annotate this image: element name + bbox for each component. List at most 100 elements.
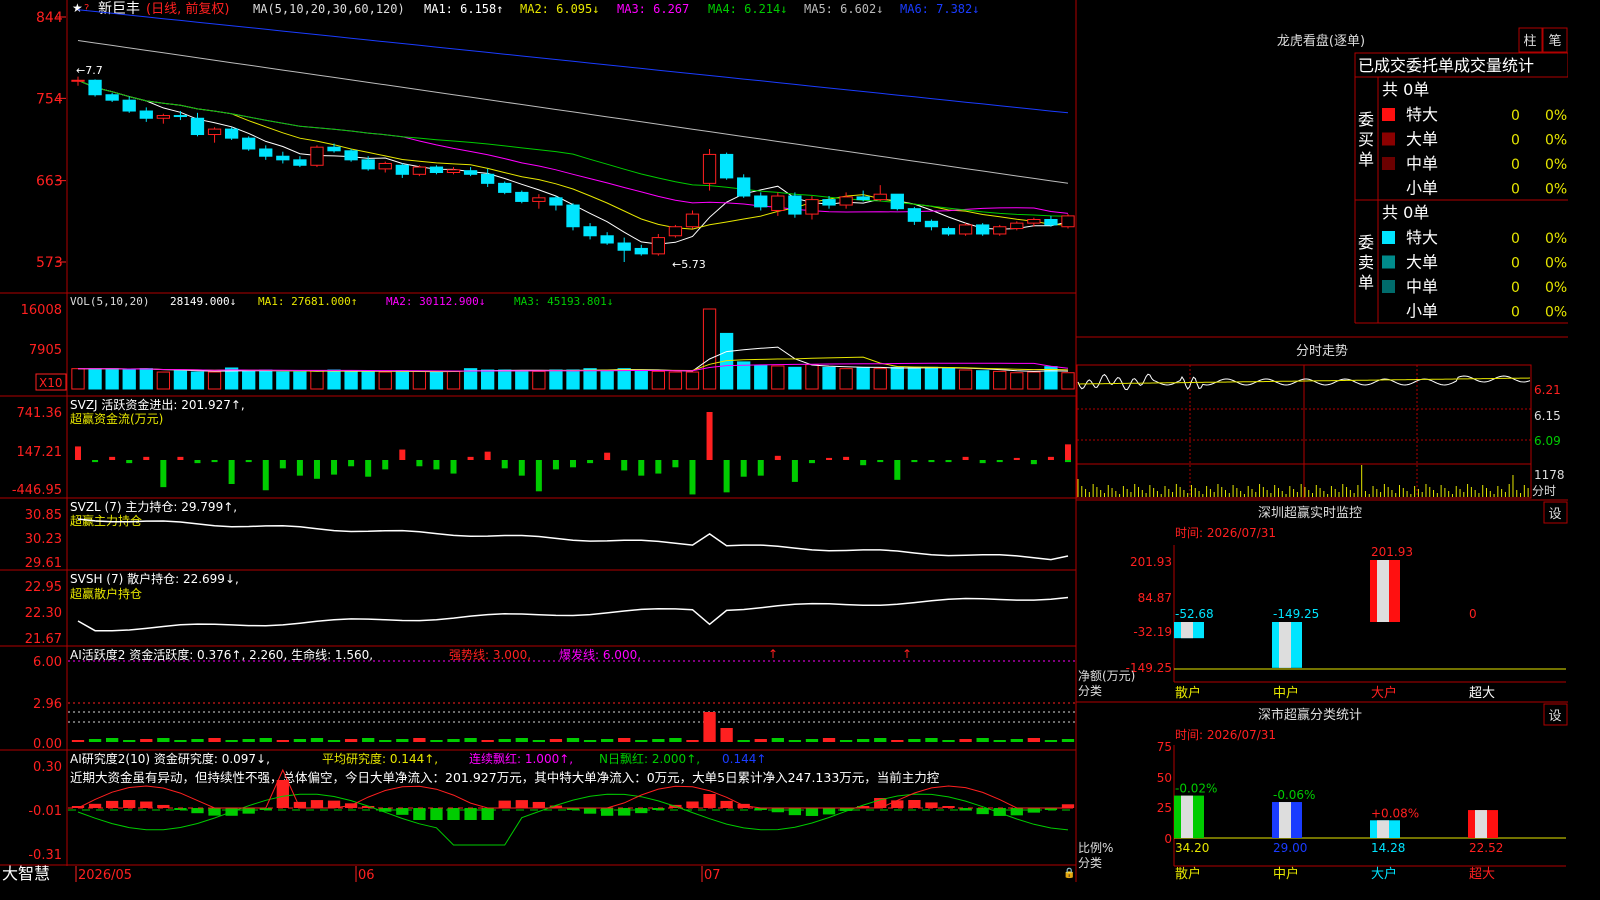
star-icon[interactable]: ★ [72, 1, 83, 15]
fund-flow-bar [126, 460, 133, 464]
candle-body[interactable] [617, 242, 631, 251]
candle-body[interactable] [856, 196, 870, 201]
research-bar [822, 808, 836, 815]
svzj-bars [75, 412, 1071, 495]
category-label: 超大 [1469, 686, 1495, 701]
candle-body[interactable] [498, 182, 512, 193]
volume-bar [156, 371, 170, 390]
candle-body[interactable] [822, 199, 836, 206]
candle-body[interactable] [754, 195, 768, 208]
candle-body[interactable] [805, 199, 819, 215]
activity-bar [737, 740, 750, 742]
question-icon[interactable]: ? [84, 3, 89, 14]
research-bar [105, 800, 119, 808]
research-bar [805, 808, 819, 816]
candle-body[interactable] [293, 159, 307, 166]
volume-bar [634, 370, 648, 390]
order-size-label: 特大 [1406, 105, 1438, 124]
activity-bar [942, 740, 955, 742]
candle-body[interactable] [276, 155, 290, 161]
research-bar [191, 808, 204, 814]
order-percent: 0% [1545, 231, 1567, 247]
candle-body[interactable] [515, 191, 529, 202]
research-bar [276, 780, 289, 808]
candle-body[interactable] [259, 148, 273, 157]
candle-body[interactable] [224, 128, 239, 139]
candle-body[interactable] [481, 173, 495, 184]
candle-body[interactable] [1044, 219, 1058, 226]
candle-body[interactable] [429, 166, 444, 173]
candle-body[interactable] [242, 137, 256, 150]
candle-body[interactable] [463, 170, 478, 175]
candle-body[interactable] [668, 226, 683, 237]
candle-body[interactable] [1027, 219, 1041, 224]
candle-body[interactable] [139, 110, 153, 119]
candle-body[interactable] [907, 208, 922, 222]
research-bar [976, 808, 989, 815]
candlesticks[interactable] [71, 76, 1075, 262]
candle-body[interactable] [873, 193, 887, 201]
candle-body[interactable] [88, 79, 102, 96]
candle-body[interactable] [71, 79, 85, 82]
candle-body[interactable] [190, 117, 205, 136]
candle-body[interactable] [788, 195, 802, 215]
candle-body[interactable] [446, 169, 461, 173]
candle-body[interactable] [412, 166, 427, 175]
candle-body[interactable] [890, 193, 904, 210]
candle-body[interactable] [207, 128, 222, 136]
vol-y-tick-mid: 7905 [29, 343, 62, 358]
research-bar [583, 808, 597, 814]
candle-body[interactable] [566, 204, 580, 228]
candle-body[interactable] [361, 159, 375, 170]
candle-body[interactable] [1061, 215, 1075, 228]
svzl-y-tick-mid: 30.23 [25, 532, 62, 547]
bar-mode-label: 柱 [1523, 34, 1536, 49]
candle-body[interactable] [839, 196, 853, 206]
fund-flow-bar [1065, 460, 1071, 463]
candle-body[interactable] [327, 146, 341, 152]
candle-body[interactable] [941, 228, 956, 235]
candle-body[interactable] [549, 197, 563, 206]
candle-body[interactable] [532, 197, 546, 202]
candle-body[interactable] [310, 146, 324, 166]
intraday-y-tick: 6.21 [1534, 383, 1561, 397]
candle-body[interactable] [685, 213, 700, 228]
svzj-y-tick-mid: 147.21 [17, 445, 63, 460]
candle-body[interactable] [344, 150, 358, 161]
candle-body[interactable] [105, 94, 119, 101]
ai-active-y-tick-low: 0.00 [33, 737, 62, 752]
candle-body[interactable] [958, 224, 973, 235]
stroke-mode-label: 笔 [1548, 33, 1561, 49]
candle-body[interactable] [737, 177, 751, 197]
candle-body[interactable] [702, 153, 717, 184]
candle-body[interactable] [1010, 222, 1024, 230]
fund-flow-bar [638, 460, 645, 476]
candle-body[interactable] [583, 226, 597, 237]
candle-body[interactable] [719, 153, 734, 179]
candle-body[interactable] [122, 99, 136, 112]
candle-body[interactable] [924, 220, 939, 228]
candle-body[interactable] [771, 195, 785, 211]
lock-icon[interactable]: 🔒 [1063, 867, 1075, 879]
volume-bar [873, 368, 887, 390]
x-tick-jul: 07 [704, 868, 721, 882]
fund-flow-bar [416, 460, 423, 467]
volume-bar [361, 371, 375, 390]
candle-body[interactable] [634, 247, 648, 255]
candle-body[interactable] [600, 235, 614, 244]
activity-bar [669, 738, 682, 742]
fund-flow-bar [228, 460, 235, 484]
candle-body[interactable] [173, 115, 188, 118]
activity-bar [310, 738, 324, 742]
activity-bar [857, 739, 870, 742]
order-size-label: 小单 [1406, 179, 1438, 198]
order-color-swatch [1382, 255, 1395, 269]
candle-body[interactable] [651, 237, 665, 255]
activity-bar [532, 740, 546, 742]
candle-body[interactable] [156, 115, 170, 119]
candle-body[interactable] [976, 224, 990, 235]
candle-body[interactable] [993, 226, 1007, 235]
candle-body[interactable] [395, 164, 409, 175]
candle-body[interactable] [378, 162, 392, 170]
stock-chart-canvas[interactable]: ★ ? 新巨丰 (日线, 前复权) MA(5,10,20,30,60,120) … [0, 0, 1569, 883]
